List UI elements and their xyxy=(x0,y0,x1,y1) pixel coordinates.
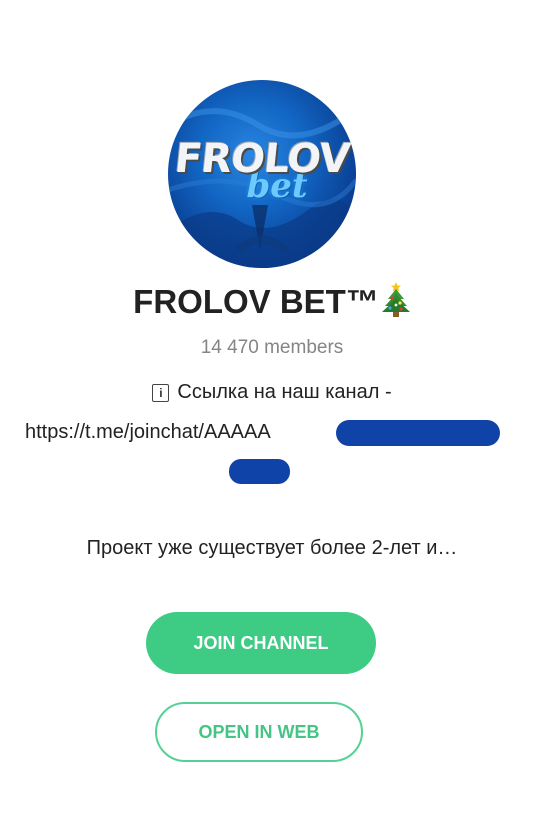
avatar-logo: FROLOV bet xyxy=(168,136,356,206)
redaction-mark xyxy=(229,459,290,484)
avatar-logo-main: FROLOV xyxy=(172,136,352,182)
christmas-tree-icon xyxy=(381,281,411,325)
channel-title: FROLOV BET™ xyxy=(0,281,544,325)
info-icon: i xyxy=(152,384,170,402)
member-count: 14 470 members xyxy=(200,337,344,358)
channel-title-text: FROLOV BET™ xyxy=(133,283,379,320)
channel-avatar: FROLOV bet xyxy=(168,80,356,268)
open-in-web-button[interactable]: OPEN IN WEB xyxy=(155,702,363,762)
invite-link[interactable]: https://t.me/joinchat/AAAAA xyxy=(25,421,271,444)
description-line-1-text: Ссылка на наш канал - xyxy=(177,381,392,403)
description-line-1: i Ссылка на наш канал - xyxy=(0,381,544,404)
channel-preview-card: FROLOV bet FROLOV BET™ 14 470 members iС… xyxy=(0,0,544,816)
join-channel-button[interactable]: JOIN CHANNEL xyxy=(146,612,376,674)
description-line-3: Проект уже существует более 2-лет и… xyxy=(86,537,458,559)
redaction-mark xyxy=(336,420,500,446)
